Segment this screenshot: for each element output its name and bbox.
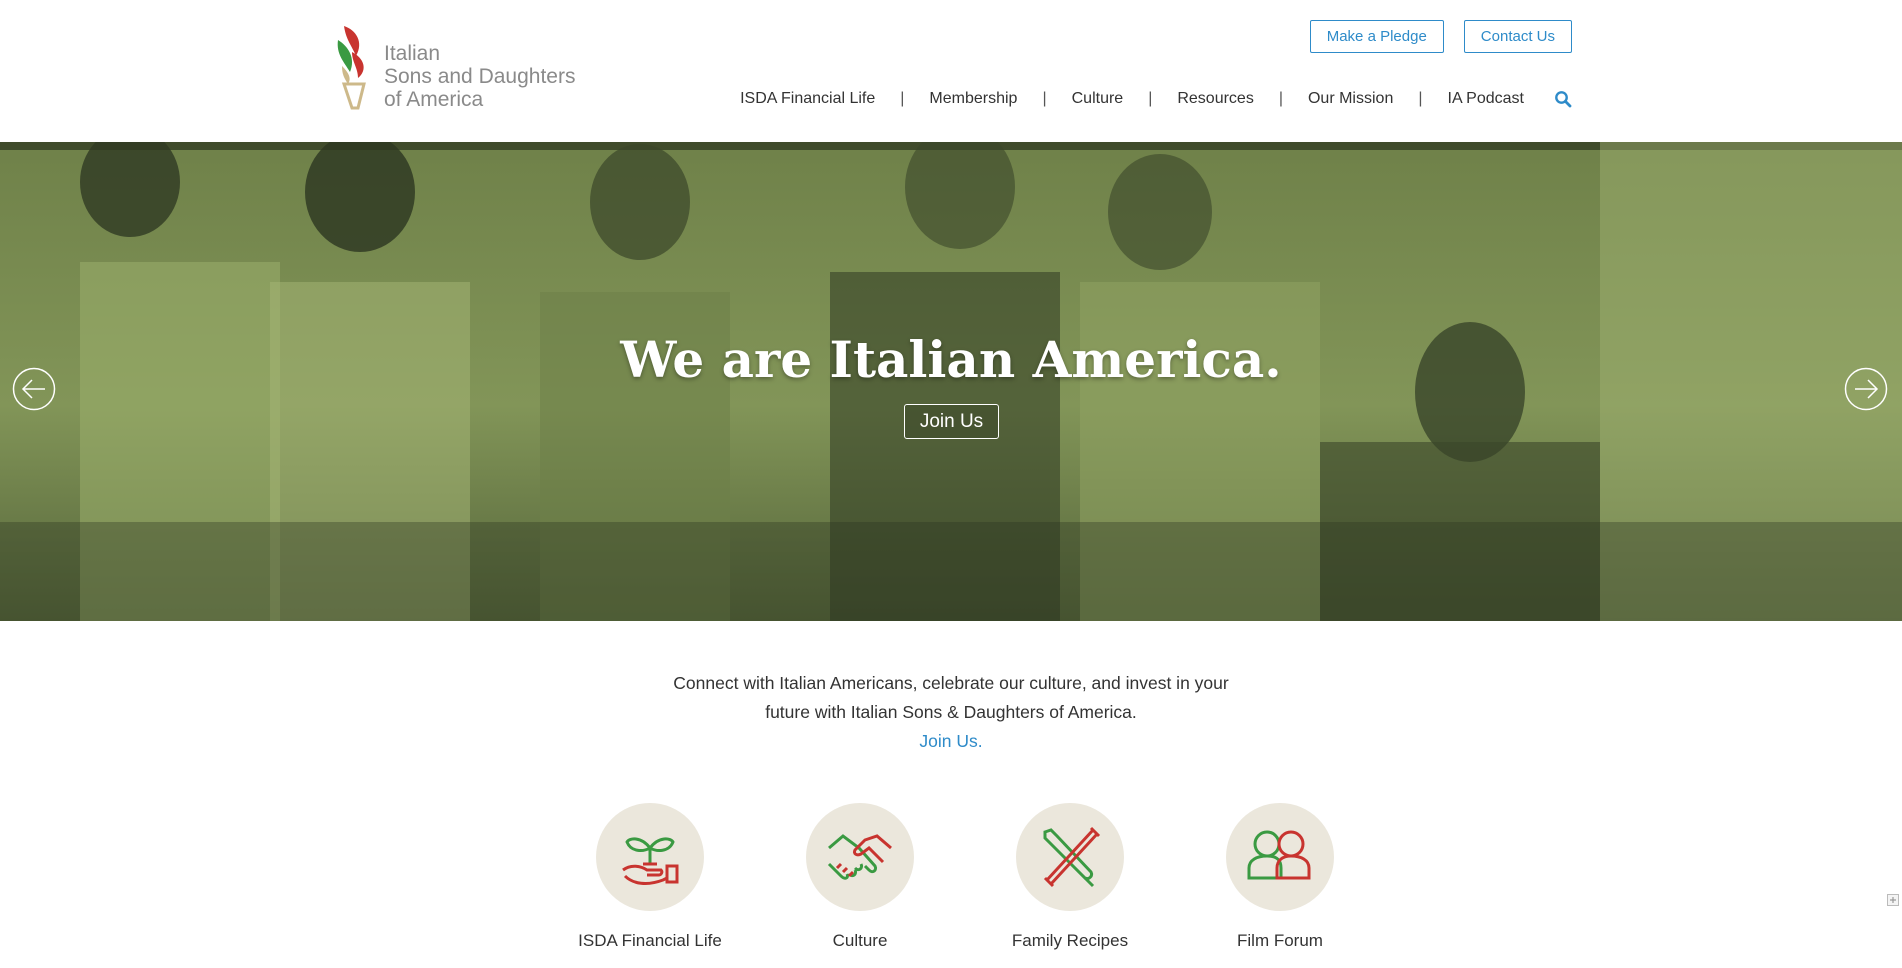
top-buttons: Make a Pledge Contact Us [1309, 20, 1572, 53]
feature-label[interactable]: ISDA Financial Life [578, 931, 722, 951]
feature-label[interactable]: Family Recipes [1012, 931, 1128, 951]
intro-join-link[interactable]: Join Us. [0, 727, 1902, 756]
logo-line-3: of America [384, 88, 484, 111]
nav-item-our-mission[interactable]: Our Mission [1308, 90, 1393, 108]
main-nav: ISDA Financial Life | Membership | Cultu… [740, 90, 1572, 108]
logo-line-1: Italian [384, 42, 441, 65]
feature-circle[interactable] [806, 803, 914, 911]
expand-icon[interactable] [1887, 894, 1899, 906]
site-logo[interactable]: Italian Sons and Daughters of America [334, 22, 575, 111]
arrow-right-icon[interactable] [1844, 367, 1888, 411]
contact-us-button[interactable]: Contact Us [1463, 20, 1572, 53]
nav-item-isda-financial-life[interactable]: ISDA Financial Life [740, 90, 875, 108]
search-icon[interactable] [1554, 90, 1572, 108]
nav-item-culture[interactable]: Culture [1072, 90, 1124, 108]
nav-separator: | [900, 90, 905, 107]
two-people-icon [1247, 830, 1311, 880]
site-header: Italian Sons and Daughters of America Ma… [0, 0, 1902, 142]
feature-links: ISDA Financial Life Culture Family Recip… [545, 803, 1385, 951]
logo-line-2: Sons and Daughters [384, 65, 576, 88]
feature-culture[interactable]: Culture [755, 803, 965, 951]
nav-separator: | [1148, 90, 1153, 107]
nav-item-membership[interactable]: Membership [929, 90, 1017, 108]
intro-line-1: Connect with Italian Americans, celebrat… [673, 673, 1229, 693]
plant-in-hand-icon [622, 837, 679, 885]
nav-separator: | [1278, 90, 1283, 107]
feature-family-recipes[interactable]: Family Recipes [965, 803, 1175, 951]
crossed-rolling-pin-icon [1043, 826, 1101, 888]
intro-line-2: future with Italian Sons & Daughters of … [765, 702, 1137, 722]
nav-item-ia-podcast[interactable]: IA Podcast [1448, 90, 1525, 108]
hero-join-button[interactable]: Join Us [904, 404, 999, 439]
feature-circle[interactable] [596, 803, 704, 911]
feature-label[interactable]: Culture [833, 931, 888, 951]
hero-carousel: We are Italian America. Join Us [0, 142, 1902, 621]
make-pledge-button[interactable]: Make a Pledge [1309, 20, 1444, 53]
torch-logo-icon [337, 26, 366, 110]
logo-text: Italian Sons and Daughters of America [384, 42, 575, 111]
nav-separator: | [1418, 90, 1423, 107]
feature-isda-financial-life[interactable]: ISDA Financial Life [545, 803, 755, 951]
arrow-left-icon[interactable] [12, 367, 56, 411]
feature-circle[interactable] [1226, 803, 1334, 911]
feature-label[interactable]: Film Forum [1237, 931, 1323, 951]
feature-film-forum[interactable]: Film Forum [1175, 803, 1385, 951]
nav-separator: | [1042, 90, 1047, 107]
nav-item-resources[interactable]: Resources [1177, 90, 1253, 108]
intro-text: Connect with Italian Americans, celebrat… [0, 669, 1902, 756]
feature-circle[interactable] [1016, 803, 1124, 911]
handshake-icon [827, 834, 892, 880]
hero-title: We are Italian America. [620, 330, 1282, 389]
